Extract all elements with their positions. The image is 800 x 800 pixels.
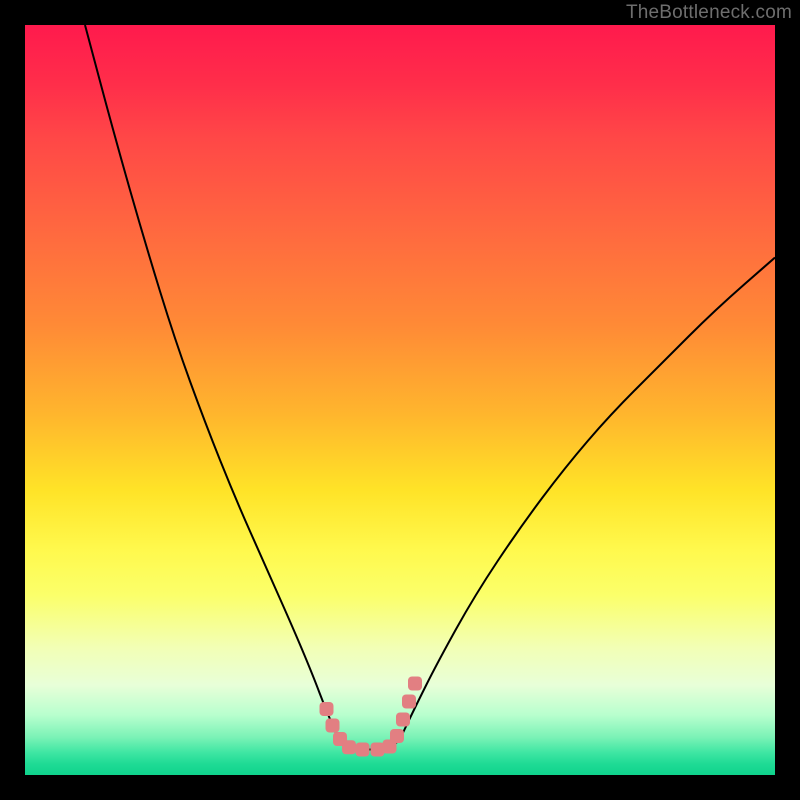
chart-frame: TheBottleneck.com bbox=[0, 0, 800, 800]
curve-layer bbox=[25, 25, 775, 775]
valley-marker bbox=[356, 743, 370, 757]
series-left-curve bbox=[85, 25, 339, 739]
valley-marker bbox=[371, 743, 385, 757]
valley-marker bbox=[396, 713, 410, 727]
attribution-label: TheBottleneck.com bbox=[626, 2, 792, 24]
valley-marker bbox=[408, 677, 422, 691]
series-right-curve bbox=[400, 258, 775, 740]
valley-marker bbox=[342, 740, 356, 754]
valley-marker bbox=[326, 719, 340, 733]
valley-marker bbox=[320, 702, 334, 716]
plot-area bbox=[25, 25, 775, 775]
valley-marker bbox=[402, 695, 416, 709]
valley-marker bbox=[390, 729, 404, 743]
